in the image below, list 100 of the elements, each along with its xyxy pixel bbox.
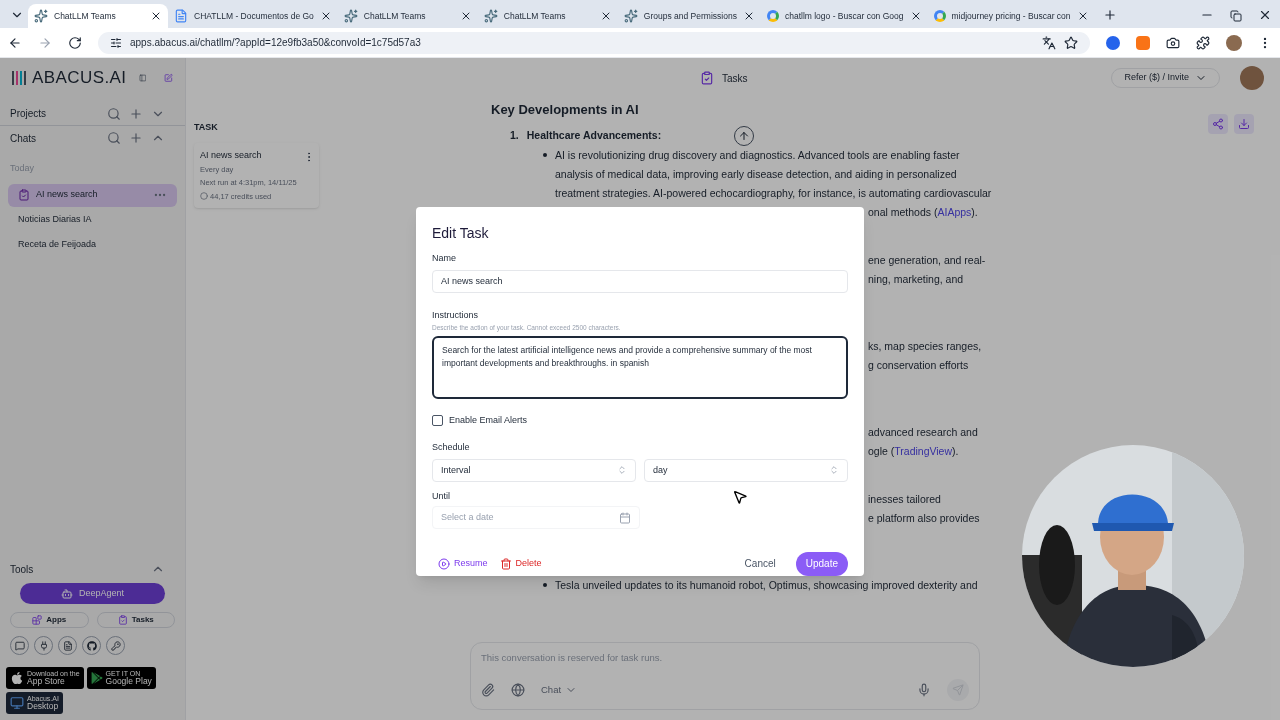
sidebar-toggle-icon[interactable] <box>138 71 147 85</box>
field-label: Name <box>432 252 456 265</box>
sparkle-icon <box>483 9 498 23</box>
checkbox[interactable] <box>432 415 443 427</box>
share-button[interactable] <box>1208 114 1228 134</box>
attach-icon[interactable] <box>481 683 495 697</box>
paragraph-fragment: e platform also provides <box>868 510 981 526</box>
browser-tab[interactable]: ChatLLM Teams <box>28 4 168 28</box>
scroll-up-button[interactable] <box>734 125 755 146</box>
section-title: Projects <box>10 107 48 121</box>
link[interactable]: AIApps <box>937 205 972 218</box>
panel-heading: TASK <box>194 121 219 134</box>
task-icon <box>117 615 128 625</box>
section-title: Chats <box>10 131 38 146</box>
download-icon <box>1238 118 1250 130</box>
list-heading: Healthcare Advancements: <box>526 127 662 143</box>
cursor-icon <box>732 488 748 506</box>
github-button[interactable] <box>82 636 101 655</box>
play-icon <box>438 558 450 570</box>
paragraph-fragment: ks, map species ranges, <box>868 338 983 354</box>
restore-icon[interactable] <box>1230 10 1242 22</box>
field-label: Until <box>432 489 450 503</box>
up-down-icon <box>617 465 627 476</box>
search-icon[interactable] <box>107 131 121 145</box>
translate-icon[interactable] <box>1042 35 1056 50</box>
browser-tab[interactable]: Groups and Permissions <box>617 4 761 28</box>
paragraph-fragment: ene generation, and real- <box>868 252 987 268</box>
browser-tab[interactable]: midjourney pricing - Buscar con <box>927 4 1095 28</box>
google-icon <box>766 10 779 22</box>
sparkle-icon <box>343 9 358 23</box>
user-avatar[interactable] <box>1240 66 1264 90</box>
section-heading: Key Developments in AI <box>491 101 640 119</box>
monitor-icon <box>10 696 24 710</box>
trash-icon <box>499 558 512 570</box>
list-number: 1. <box>510 127 519 143</box>
task-icon <box>18 189 30 201</box>
paragraph-line: analysis of medical data, improving early disease detection, and aiding in personalized <box>555 166 958 182</box>
close-icon[interactable] <box>1258 8 1272 22</box>
deepagent-button[interactable]: DeepAgent <box>20 583 165 604</box>
instructions-field[interactable]: Search for the latest artificial intelligence news and provide a comprehensive summary of the most important developments and breakthroughs. in spanish <box>432 336 848 399</box>
bookmark-star-icon[interactable] <box>1064 35 1078 50</box>
sparkle-icon <box>623 9 638 23</box>
select-field[interactable]: day <box>644 458 848 482</box>
robot-icon <box>60 587 73 600</box>
sparkle-icon <box>34 9 48 23</box>
credits-icon <box>200 192 208 201</box>
name-field[interactable]: AI news search <box>432 269 848 294</box>
cancel-button[interactable]: Cancel <box>744 556 776 572</box>
chat-item[interactable]: Noticias Diarias IA <box>8 208 177 232</box>
document-icon <box>62 640 73 651</box>
update-button[interactable]: Update <box>795 552 848 576</box>
apple-icon <box>10 671 24 685</box>
new-tab-icon[interactable] <box>1102 8 1117 22</box>
globe-icon[interactable] <box>511 683 525 697</box>
paragraph-line: treatment strategies. AI-powered echocardiography, for instance, is automating cardiovascular <box>555 185 992 201</box>
up-down-icon <box>829 465 839 476</box>
arrow-up-icon <box>738 129 751 142</box>
logo-icon <box>12 71 26 85</box>
reload-icon[interactable] <box>68 35 82 50</box>
forward-icon[interactable] <box>38 35 52 50</box>
download-button[interactable] <box>1234 114 1254 134</box>
address-field[interactable]: apps.abacus.ai/chatllm/?appId=12e9fb3a50&convoId=1c75d57a3 <box>98 31 1090 54</box>
field-label: Instructions <box>432 309 479 323</box>
browser-tab[interactable]: ChatLLM Teams <box>337 4 478 28</box>
group-label: Today <box>10 162 36 175</box>
chat-item[interactable]: Receta de Feijoada <box>8 233 177 257</box>
apps-icon <box>32 615 43 625</box>
plug-icon <box>38 640 49 651</box>
extension-icon[interactable] <box>1106 35 1120 50</box>
github-icon <box>86 640 97 651</box>
message-input[interactable]: This conversation is reserved for task runs. <box>481 651 969 666</box>
camera-icon[interactable] <box>1166 35 1180 50</box>
logo-text: ABACUS.AI <box>32 67 127 90</box>
chat-bubble-icon <box>14 640 25 651</box>
search-icon[interactable] <box>107 106 121 121</box>
play-store-icon <box>90 672 103 684</box>
paragraph-fragment: g conservation efforts <box>868 357 970 373</box>
delete-button[interactable]: Delete <box>499 557 542 571</box>
paragraph-fragment: onal methods (AIApps). <box>868 204 979 220</box>
mode-dropdown[interactable]: Chat <box>541 682 578 698</box>
browser-tab[interactable]: CHATLLM - Documentos de Go <box>168 4 338 28</box>
link[interactable]: TradingView <box>894 444 953 457</box>
microphone-icon[interactable] <box>917 683 931 697</box>
extensions-icon[interactable] <box>1196 35 1210 50</box>
document-icon <box>174 9 188 23</box>
paragraph-fragment: advanced research and <box>868 424 979 440</box>
close-icon[interactable] <box>150 10 162 22</box>
profile-avatar[interactable] <box>1226 34 1242 51</box>
select-field[interactable]: Interval <box>432 458 636 482</box>
browser-tab[interactable]: chatllm logo - Buscar con Goog <box>760 4 928 28</box>
extension-icon[interactable] <box>1136 35 1150 50</box>
back-icon[interactable] <box>8 35 22 50</box>
send-icon <box>952 684 964 696</box>
chat-item[interactable]: AI news search <box>8 183 177 207</box>
task-icon <box>700 71 714 85</box>
google-icon <box>933 10 946 22</box>
resume-button[interactable]: Resume <box>438 557 488 571</box>
site-settings-icon[interactable] <box>110 36 122 49</box>
browser-tab[interactable]: ChatLLM Teams <box>477 4 618 28</box>
key-icon <box>110 640 121 651</box>
